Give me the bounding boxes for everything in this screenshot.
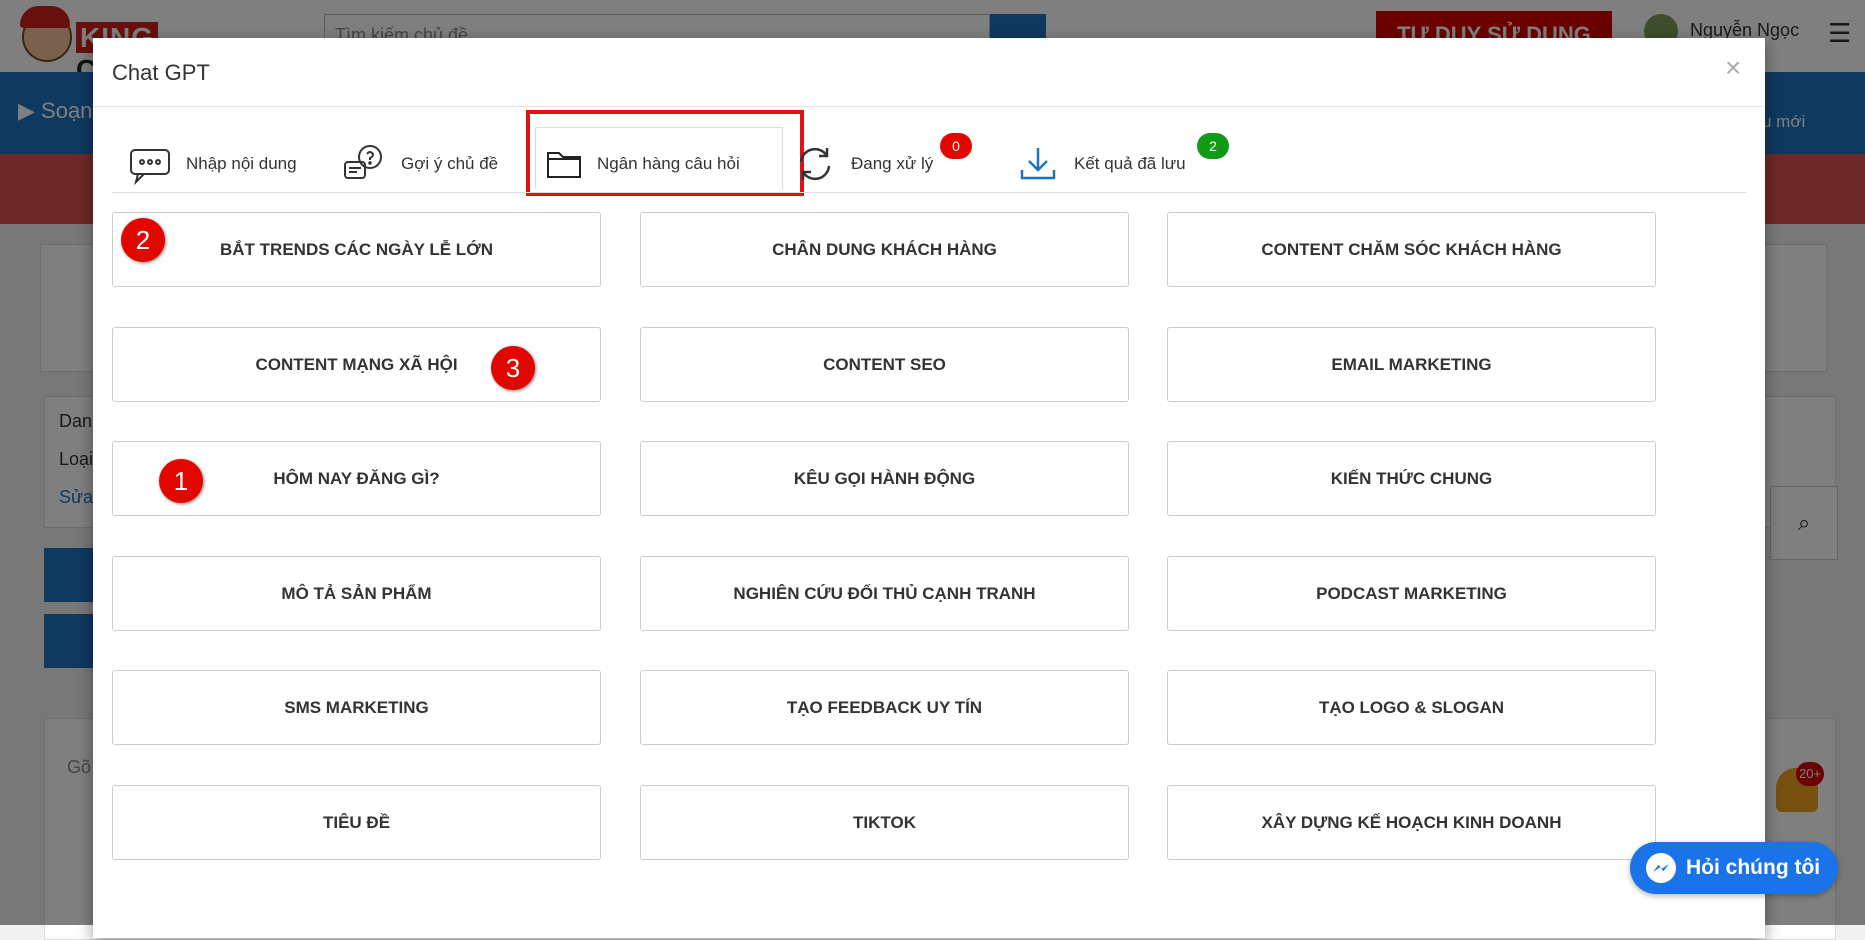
messenger-label: Hỏi chúng tôi: [1686, 856, 1821, 879]
modal-divider: [93, 106, 1765, 107]
tab-label: Kết quả đã lưu: [1074, 154, 1186, 173]
category-button[interactable]: TIÊU ĐỀ: [112, 785, 601, 860]
tab-input-content[interactable]: Nhập nội dung: [128, 134, 297, 194]
category-button[interactable]: PODCAST MARKETING: [1167, 556, 1656, 631]
category-button[interactable]: SMS MARKETING: [112, 670, 601, 745]
chatgpt-modal: Chat GPT × Nhập nội dung Gợi ý chủ đề Ng…: [93, 38, 1765, 938]
tab-label: Ngân hàng câu hỏi: [597, 154, 740, 173]
step-marker-1: 1: [159, 459, 203, 503]
folder-icon: [545, 145, 583, 183]
category-button[interactable]: CONTENT CHĂM SÓC KHÁCH HÀNG: [1167, 212, 1656, 287]
category-button[interactable]: KÊU GỌI HÀNH ĐỘNG: [640, 441, 1129, 516]
tab-question-bank[interactable]: Ngân hàng câu hỏi: [545, 134, 740, 194]
category-button[interactable]: MÔ TẢ SẢN PHẨM: [112, 556, 601, 631]
tab-label: Nhập nội dung: [186, 154, 297, 173]
tabs-divider: [112, 192, 1746, 193]
category-button[interactable]: CONTENT SEO: [640, 327, 1129, 402]
category-button[interactable]: KIẾN THỨC CHUNG: [1167, 441, 1656, 516]
chat-bubbles-icon: [128, 142, 172, 186]
messenger-chat-button[interactable]: Hỏi chúng tôi: [1630, 842, 1838, 894]
refresh-icon: [793, 142, 837, 186]
download-icon: [1016, 142, 1060, 186]
category-button[interactable]: XÂY DỰNG KẾ HOẠCH KINH DOANH: [1167, 785, 1656, 860]
tab-saved-results[interactable]: Kết quả đã lưu: [1016, 134, 1186, 194]
modal-title: Chat GPT: [112, 60, 210, 85]
category-button[interactable]: TẠO FEEDBACK UY TÍN: [640, 670, 1129, 745]
category-button[interactable]: CHÂN DUNG KHÁCH HÀNG: [640, 212, 1129, 287]
messenger-icon: [1646, 853, 1676, 883]
tab-label: Gợi ý chủ đề: [401, 154, 499, 173]
category-button[interactable]: TẠO LOGO & SLOGAN: [1167, 670, 1656, 745]
saved-badge: 2: [1197, 133, 1229, 159]
category-button[interactable]: TIKTOK: [640, 785, 1129, 860]
category-button[interactable]: NGHIÊN CỨU ĐỐI THỦ CẠNH TRANH: [640, 556, 1129, 631]
tab-label: Đang xử lý: [851, 154, 934, 173]
question-bubble-icon: [343, 142, 387, 186]
step-marker-2: 2: [121, 218, 165, 262]
processing-badge: 0: [940, 133, 972, 159]
category-button[interactable]: BẮT TRENDS CÁC NGÀY LỄ LỚN: [112, 212, 601, 287]
category-button[interactable]: EMAIL MARKETING: [1167, 327, 1656, 402]
tab-topic-suggest[interactable]: Gợi ý chủ đề: [343, 134, 498, 194]
tab-processing[interactable]: Đang xử lý: [793, 134, 933, 194]
close-icon[interactable]: ×: [1725, 52, 1741, 84]
step-marker-3: 3: [491, 346, 535, 390]
